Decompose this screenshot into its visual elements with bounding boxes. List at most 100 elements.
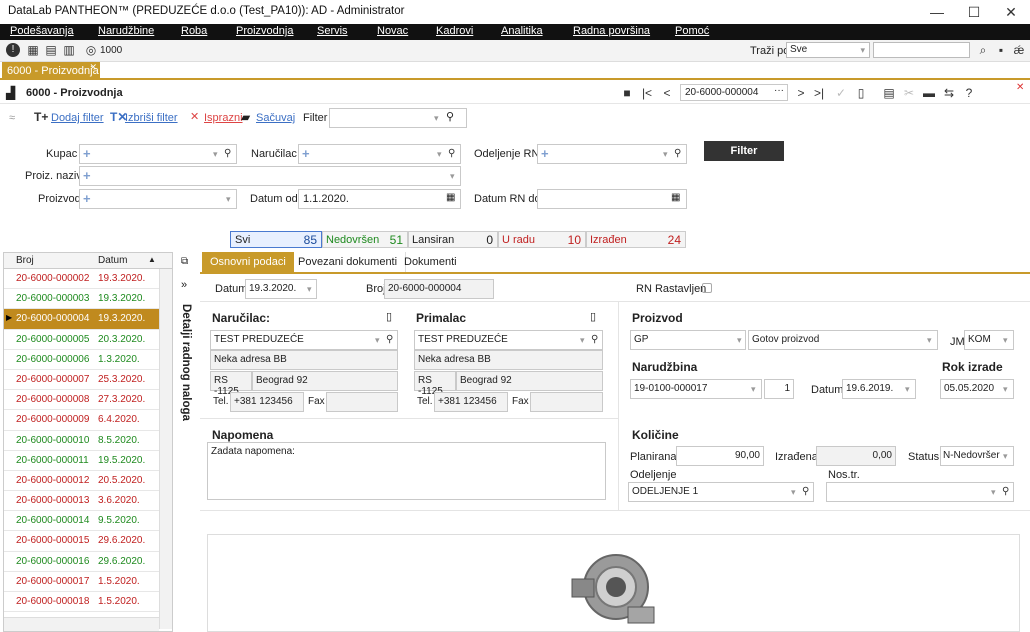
narucilac-field[interactable]: + ▾ ⚲ — [298, 144, 461, 164]
search-icon[interactable]: ⚲ — [224, 148, 231, 159]
close-tab-icon[interactable]: ✕ — [89, 62, 97, 73]
transfer-icon[interactable]: ⇆ — [942, 86, 956, 100]
status-izradjen[interactable]: Izrađen 24 — [586, 231, 686, 248]
table-row[interactable]: 20-6000-000002 19.3.2020. — [4, 269, 172, 290]
table-row[interactable]: 20-6000-000005 20.3.2020. — [4, 330, 172, 350]
previous-record-icon[interactable]: < — [660, 86, 674, 100]
table-row[interactable]: 20-6000-000018 1.5.2020. — [4, 592, 172, 613]
table-row[interactable]: 20-6000-000008 27.3.2020. — [4, 390, 172, 411]
plus-icon[interactable]: + — [83, 168, 91, 183]
rn-rastavljen-checkbox[interactable] — [702, 283, 712, 293]
close-button[interactable]: ✕ — [992, 2, 1030, 22]
table-row[interactable]: 20-6000-000016 29.6.2020. — [4, 552, 172, 572]
proizvod-name-select[interactable]: Gotov proizvod ▾ — [748, 330, 938, 350]
confirm-icon[interactable]: ✓ — [834, 86, 848, 100]
calendar-icon[interactable]: ▦ — [446, 192, 455, 203]
table-row[interactable]: 20-6000-000017 1.5.2020. — [4, 572, 172, 592]
documents-icon[interactable]: ▤ — [44, 43, 58, 57]
datum-rn-do-field[interactable]: ▦ — [537, 189, 687, 209]
filter-settings-icon[interactable]: ⚲ — [446, 110, 454, 123]
status-select[interactable]: N-Nedovršer ▾ — [940, 446, 1014, 466]
menu-radna-povrsina[interactable]: Radna površina — [573, 25, 650, 37]
table-row[interactable]: 20-6000-000003 19.3.2020. — [4, 289, 172, 310]
save-link[interactable]: Sačuvaj — [256, 112, 295, 124]
expand-icon[interactable]: » — [181, 279, 187, 291]
table-row[interactable]: 20-6000-000015 29.6.2020. — [4, 531, 172, 552]
status-u-radu[interactable]: U radu 10 — [498, 231, 586, 248]
tab-proizvodnja[interactable]: 6000 - Proizvodnja ✕ — [2, 62, 100, 80]
next-record-icon[interactable]: > — [794, 86, 808, 100]
menu-pomoc[interactable]: Pomoć — [675, 25, 709, 37]
plus-icon[interactable]: + — [83, 146, 91, 161]
filter-button[interactable]: Filter — [704, 141, 784, 161]
table-row[interactable]: 20-6000-000004 19.3.2020. ▶ — [4, 309, 172, 330]
menu-novac[interactable]: Novac — [377, 25, 408, 37]
search-icon[interactable]: ⚲ — [386, 334, 393, 345]
horizontal-scrollbar[interactable] — [4, 617, 159, 631]
table-row[interactable]: 20-6000-000014 9.5.2020. — [4, 511, 172, 532]
datum-od-field[interactable]: 1.1.2020. ▦ — [298, 189, 461, 209]
status-lansiran[interactable]: Lansiran 0 — [408, 231, 498, 248]
clear-link[interactable]: Isprazni — [204, 112, 243, 124]
document-icon[interactable]: ▯ — [386, 310, 392, 323]
narucilac-name-field[interactable]: TEST PREDUZEĆE ▾ ⚲ — [210, 330, 398, 350]
table-row[interactable]: 20-6000-000011 19.5.2020. — [4, 451, 172, 471]
datum-field[interactable]: 19.3.2020. ▾ — [245, 279, 317, 299]
proizvod-code-select[interactable]: GP ▾ — [630, 330, 746, 350]
table-row[interactable]: 20-6000-000013 3.6.2020. — [4, 491, 172, 512]
minimize-button[interactable]: — — [918, 2, 956, 22]
popout-icon[interactable]: ⧉ — [181, 256, 188, 267]
vertical-scrollbar[interactable] — [159, 269, 172, 629]
menu-analitika[interactable]: Analitika — [501, 25, 543, 37]
kupac-field[interactable]: + ▾ ⚲ — [79, 144, 237, 164]
maximize-button[interactable]: ☐ — [955, 2, 993, 22]
column-datum[interactable]: Datum — [98, 255, 127, 266]
help-icon[interactable]: ? — [962, 86, 976, 100]
proizvod-field[interactable]: + ▾ — [79, 189, 237, 209]
search-input[interactable] — [873, 42, 970, 58]
filter-select[interactable]: ▾ ⚲ — [329, 108, 467, 128]
tab-dokumenti[interactable]: Dokumenti — [396, 252, 465, 272]
more-icon[interactable]: ··· — [774, 85, 784, 96]
plus-icon[interactable]: + — [541, 146, 549, 161]
proiz-naziv-field[interactable]: + ▾ — [79, 166, 461, 186]
rok-izrade-field[interactable]: 05.05.2020 ▾ — [940, 379, 1014, 399]
menu-kadrovi[interactable]: Kadrovi — [436, 25, 473, 37]
search-icon[interactable]: ⚲ — [1002, 486, 1009, 497]
print-icon[interactable]: ▥ — [62, 43, 76, 57]
scissors-icon[interactable]: ✂ — [902, 86, 916, 100]
calculator-icon[interactable]: ▦ — [26, 43, 40, 57]
calendar-icon[interactable]: ▦ — [671, 192, 680, 203]
narudzbina-position[interactable]: 1 — [764, 379, 794, 399]
table-row[interactable]: 20-6000-000012 20.5.2020. — [4, 471, 172, 492]
menu-podesavanja[interactable]: Podešavanja — [10, 25, 74, 37]
search-icon[interactable]: ⚲ — [591, 334, 598, 345]
table-row[interactable]: 20-6000-000010 8.5.2020. — [4, 431, 172, 451]
search-icon[interactable]: ⚲ — [802, 486, 809, 497]
status-nedovrsen[interactable]: Nedovršen 51 — [322, 231, 408, 248]
table-row[interactable]: 20-6000-000006 1.3.2020. — [4, 350, 172, 370]
info-icon[interactable]: ! — [6, 43, 20, 57]
status-all[interactable]: Svi 85 — [230, 231, 322, 248]
menu-narudzbine[interactable]: Narudžbine — [98, 25, 154, 37]
table-row[interactable]: 20-6000-000007 25.3.2020. — [4, 370, 172, 391]
jm-select[interactable]: KOM ▾ — [964, 330, 1014, 350]
record-number-field[interactable]: 20-6000-000004 ··· — [680, 84, 788, 101]
coins-icon[interactable]: ◎ — [84, 43, 98, 57]
odeljenje-rn-field[interactable]: + ▾ ⚲ — [537, 144, 687, 164]
primalac-name-field[interactable]: TEST PREDUZEĆE ▾ ⚲ — [414, 330, 603, 350]
search-icon[interactable]: ⌕ — [976, 43, 990, 57]
printer-icon[interactable]: ▬ — [922, 86, 936, 100]
report-icon[interactable]: ▤ — [882, 86, 896, 100]
add-filter-link[interactable]: Dodaj filter — [51, 112, 104, 124]
plus-icon[interactable]: + — [302, 146, 310, 161]
column-broj[interactable]: Broj — [16, 255, 34, 266]
search-by-select[interactable]: Sve ▾ — [786, 42, 870, 58]
narudzbina-datum-field[interactable]: 19.6.2019. ▾ — [842, 379, 916, 399]
napomena-textarea[interactable]: Zadata napomena: — [207, 442, 606, 500]
new-document-icon[interactable]: ▯ — [854, 86, 868, 100]
remove-filter-link[interactable]: Izbriši filter — [125, 112, 178, 124]
search-icon[interactable]: ⚲ — [674, 148, 681, 159]
plus-icon[interactable]: + — [83, 191, 91, 206]
delete-icon[interactable]: ■ — [620, 86, 634, 100]
